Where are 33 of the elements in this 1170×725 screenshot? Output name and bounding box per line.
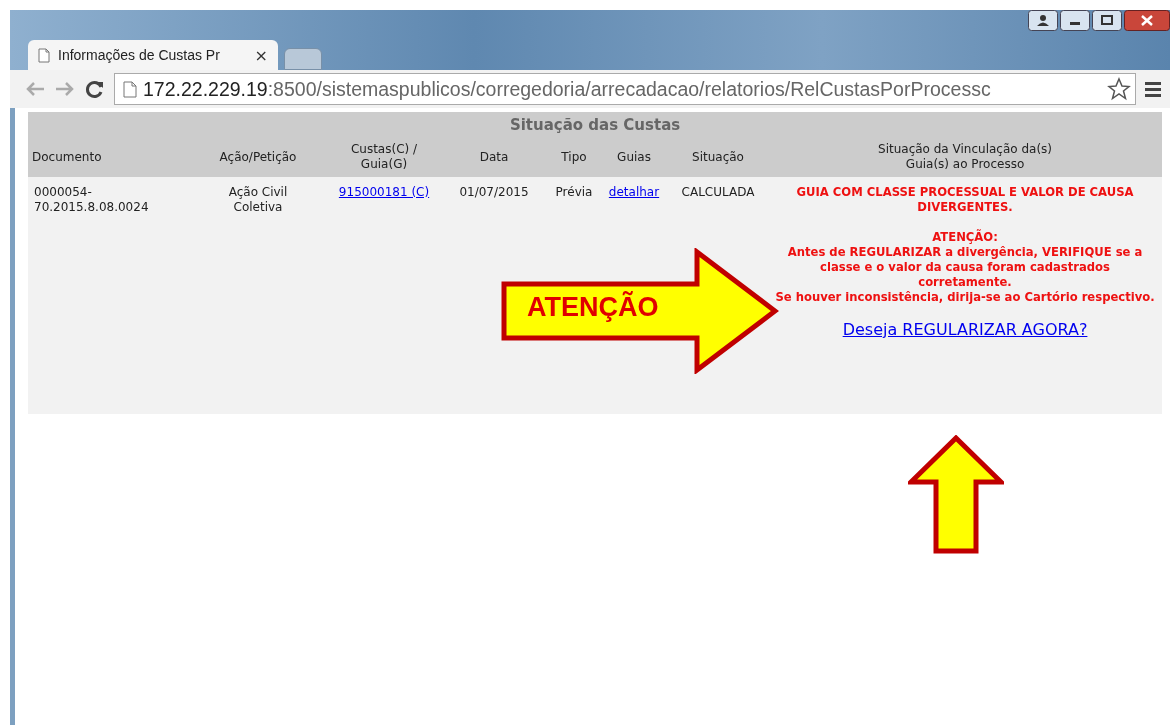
table-cell: 0000054-70.2015.8.08.0024 (34, 185, 149, 214)
browser-tab[interactable] (284, 48, 322, 70)
column-header: Ação/Petição (219, 149, 297, 165)
arrow-label: ATENÇÃO (527, 292, 659, 323)
url-text: 172.22.229.19:8500/sistemaspublicos/corregedoria/arrecadacao/relatorios/RelCustasPorProcessc (143, 77, 992, 101)
table-cell: 01/07/2015 (459, 185, 529, 199)
custas-link[interactable]: 915000181 (C) (338, 185, 430, 199)
detail-link[interactable]: detalhar (608, 185, 660, 199)
menu-icon (1144, 80, 1162, 98)
table-cell: Prévia (555, 185, 593, 199)
warning-title: ATENÇÃO: (931, 230, 999, 245)
page-icon (123, 80, 137, 98)
status-message: GUIA COM CLASSE PROCESSUAL E VALOR DE CAUSA DIVERGENTES. (795, 185, 1135, 215)
column-header: Tipo (561, 149, 587, 165)
regularize-link[interactable]: Deseja REGULARIZAR AGORA? (842, 322, 1088, 337)
tab-title: Informações de Custas Pr (58, 47, 221, 63)
column-header: Situação da Vinculação da(s) Guia(s) ao Processo (877, 142, 1053, 172)
column-header: Data (479, 149, 509, 165)
report-title: Situação das Custas (28, 112, 1163, 140)
reload-icon (84, 79, 106, 99)
table-cell: CALCULADA (681, 185, 755, 199)
page-icon (38, 47, 50, 63)
column-header: Situação (692, 149, 744, 165)
close-icon[interactable]: × (254, 45, 268, 65)
table-cell-text: Ação Civil Coletiva (227, 185, 289, 215)
warning-text: Antes de REGULARIZAR a divergência, VERIFIQUE se a classe e o valor da causa foram cadastrados corretamente. (786, 245, 1144, 290)
star-icon (1107, 77, 1131, 101)
address-bar[interactable]: 172.22.229.19:8500/sistemaspublicos/corregedoria/arrecadacao/relatorios/RelCustasPorProcessc (114, 73, 1136, 105)
column-header: Custas(C) / Guia(G) (349, 142, 419, 172)
warning-text: Se houver inconsistência, dirija-se ao Cartório respectivo. (774, 290, 1156, 305)
column-header: Documento (32, 149, 102, 165)
column-header: Guias (617, 149, 651, 165)
browser-tab[interactable]: Informações de Custas Pr × (28, 40, 278, 70)
